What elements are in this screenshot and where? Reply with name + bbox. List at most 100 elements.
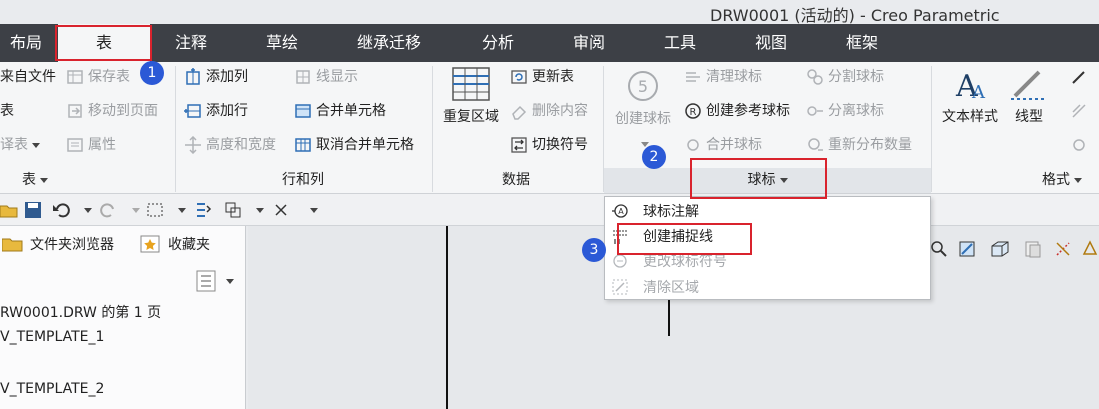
redistribute-quantity-button[interactable]: 重新分布数量 <box>806 134 912 156</box>
switch-symbol-button[interactable]: 切换符号 <box>510 134 588 156</box>
view-cube-icon[interactable] <box>990 240 1010 258</box>
tab-view[interactable]: 视图 <box>755 24 787 62</box>
tree-item-sheet[interactable]: RW0001.DRW 的第 1 页 <box>0 302 161 322</box>
drawing-border-line <box>446 226 448 409</box>
tab-frame[interactable]: 框架 <box>846 24 878 62</box>
highlight-balloon-group <box>690 158 827 199</box>
add-row-button[interactable]: 添加行 <box>184 100 248 122</box>
resize-icon <box>184 136 202 154</box>
move-to-page-button[interactable]: 移动到页面 <box>66 100 158 122</box>
svg-text:A: A <box>971 82 986 102</box>
detach-balloon-button[interactable]: 分离球标 <box>806 100 884 122</box>
highlight-create-snap-line <box>617 223 752 255</box>
menu-item-balloon-annotation[interactable]: A 球标注解 <box>605 198 930 223</box>
unmerge-cells-button[interactable]: 取消合并单元格 <box>294 134 414 156</box>
chevron-down-icon[interactable] <box>84 208 92 213</box>
layers-icon[interactable] <box>1024 240 1042 258</box>
update-table-button[interactable]: 更新表 <box>510 66 574 88</box>
create-balloon-button[interactable]: 5 创建球标 <box>608 68 678 152</box>
save-icon[interactable] <box>24 201 42 219</box>
title-bar: DRW0001 (活动的) - Creo Parametric <box>0 0 1099 25</box>
step-badge-1: 1 <box>140 61 164 85</box>
tab-review[interactable]: 审阅 <box>573 24 605 62</box>
tab-sketch[interactable]: 草绘 <box>266 24 298 62</box>
menu-item-clear-region[interactable]: 清除区域 <box>605 274 930 299</box>
redistribute-icon <box>806 136 824 154</box>
balloon-annotation-icon: A <box>611 202 629 220</box>
tree-item-template-1[interactable]: V_TEMPLATE_1 <box>0 329 104 345</box>
reference-balloon-icon: R <box>684 102 702 120</box>
line-style-button[interactable]: 线型 <box>1006 66 1052 126</box>
delete-content-button[interactable]: 删除内容 <box>510 100 588 122</box>
windows-icon[interactable] <box>224 201 242 219</box>
box-select-icon[interactable] <box>146 201 164 219</box>
model-tree-panel: 文件夹浏览器 收藏夹 RW0001.DRW 的第 1 页 V_TEMPLATE_… <box>0 226 246 409</box>
chevron-down-icon <box>32 142 40 148</box>
refresh-icon <box>510 68 528 86</box>
chevron-down-icon[interactable] <box>178 208 186 213</box>
create-reference-balloon-button[interactable]: R 创建参考球标 <box>684 100 790 122</box>
annotation-display-icon[interactable] <box>1082 240 1099 258</box>
mouse-cursor <box>668 296 670 336</box>
tab-annotate[interactable]: 注释 <box>175 24 207 62</box>
step-badge-2: 2 <box>642 145 666 169</box>
format-tool-1[interactable] <box>1070 66 1092 88</box>
split-balloon-button[interactable]: 分割球标 <box>806 66 884 88</box>
customize-toolbar-icon[interactable] <box>310 208 318 213</box>
text-style-button[interactable]: AA 文本样式 <box>938 66 1002 126</box>
datum-display-icon[interactable] <box>1054 240 1072 258</box>
chevron-down-icon[interactable] <box>132 208 140 213</box>
text-style-icon: AA <box>955 69 986 102</box>
tab-analysis[interactable]: 分析 <box>482 24 514 62</box>
zoom-icon[interactable] <box>930 240 948 258</box>
tab-folder-browser[interactable]: 文件夹浏览器 <box>2 234 114 254</box>
detach-balloon-icon <box>806 102 824 120</box>
properties-button[interactable]: 属性 <box>66 134 116 156</box>
group-label-format[interactable]: 格式 <box>1042 168 1082 193</box>
group-label-table[interactable]: 表 <box>22 168 48 193</box>
tree-item-template-2[interactable]: V_TEMPLATE_2 <box>0 381 104 397</box>
tab-layout[interactable]: 布局 <box>10 24 42 62</box>
clean-balloon-icon <box>684 68 702 86</box>
merge-balloon-icon <box>684 136 702 154</box>
group-label-rows-columns: 行和列 <box>282 172 324 188</box>
chevron-down-icon <box>40 177 48 183</box>
favorites-icon <box>140 235 160 253</box>
save-table-button[interactable]: 保存表 <box>66 66 130 88</box>
close-window-icon[interactable] <box>272 201 290 219</box>
regenerate-icon[interactable] <box>194 201 212 219</box>
chevron-down-icon <box>226 278 234 284</box>
ribbon-group-labels: 表 行和列 数据 球标 格式 <box>0 168 1099 193</box>
merge-cells-button[interactable]: 合并单元格 <box>294 100 386 122</box>
redo-icon[interactable] <box>100 201 118 219</box>
pencil-icon <box>1070 68 1088 86</box>
open-file-icon[interactable] <box>0 201 18 219</box>
group-label-data: 数据 <box>502 172 530 188</box>
tab-favorites[interactable]: 收藏夹 <box>140 234 210 254</box>
from-file-button[interactable]: 来自文件 <box>0 66 56 88</box>
format-tool-3[interactable] <box>1070 134 1092 156</box>
tab-tools[interactable]: 工具 <box>664 24 696 62</box>
switch-symbol-icon <box>510 136 528 154</box>
merge-cells-icon <box>294 102 312 120</box>
highlight-table-tab <box>55 25 152 61</box>
hatch-icon <box>1070 136 1088 154</box>
line-display-button[interactable]: 线显示 <box>294 66 358 88</box>
height-width-button[interactable]: 高度和宽度 <box>184 134 276 156</box>
repeat-region-button[interactable]: 重复区域 <box>440 66 502 126</box>
chevron-down-icon[interactable] <box>256 208 264 213</box>
add-column-icon <box>184 68 202 86</box>
undo-icon[interactable] <box>52 201 70 219</box>
clear-region-icon <box>611 278 629 296</box>
refit-icon[interactable] <box>958 240 976 258</box>
format-tool-2[interactable] <box>1070 100 1092 122</box>
step-badge-3: 3 <box>582 238 606 262</box>
chevron-down-icon <box>1074 177 1082 183</box>
tree-settings-button[interactable] <box>196 270 234 292</box>
select-table-button[interactable]: 译表 <box>0 134 40 156</box>
add-column-button[interactable]: 添加列 <box>184 66 248 88</box>
insert-table-button[interactable]: 表 <box>0 100 14 122</box>
tab-legacy-migration[interactable]: 继承迁移 <box>357 24 421 62</box>
merge-balloon-button[interactable]: 合并球标 <box>684 134 762 156</box>
clean-balloon-button[interactable]: 清理球标 <box>684 66 762 88</box>
